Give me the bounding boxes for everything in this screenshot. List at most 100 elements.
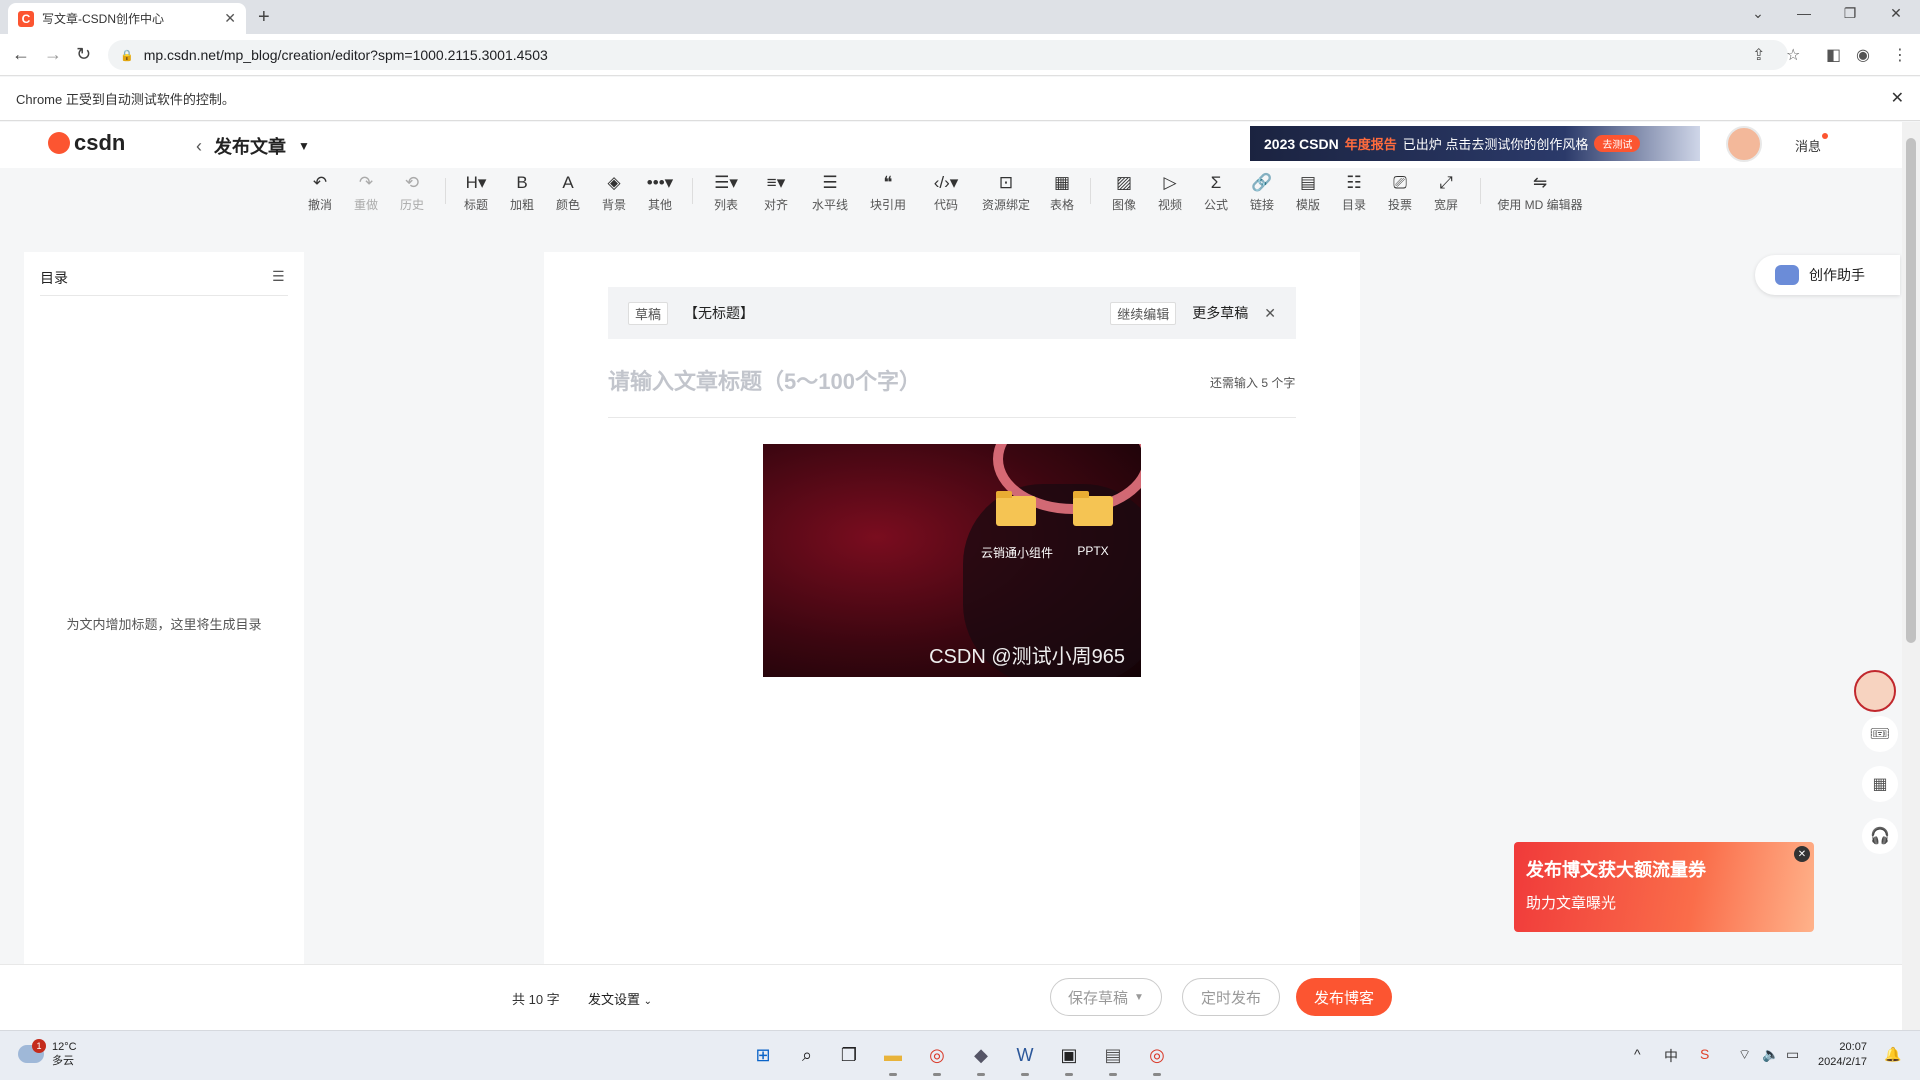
toolbar-button-more[interactable]: •••▾ 其他 (647, 172, 673, 213)
toc-icon: ☷ (1346, 173, 1362, 192)
continue-editing-button[interactable]: 继续编辑 (1110, 301, 1177, 325)
toolbar-button-redo[interactable]: ↷ 重做 (354, 172, 378, 213)
weather-widget[interactable]: 1 12°C 多云 (18, 1039, 77, 1068)
file-explorer-icon[interactable]: ▬ (878, 1040, 908, 1076)
toolbar-button-link[interactable]: 🔗 链接 (1250, 172, 1274, 213)
close-draft-icon[interactable]: ✕ (1264, 305, 1276, 322)
banner-text: 已出炉 点击去测试你的创作风格 (1402, 137, 1589, 152)
ime-icon[interactable]: 中 (1664, 1046, 1678, 1066)
article-title-input[interactable]: 请输入文章标题（5～100个字） (608, 364, 921, 396)
share-icon[interactable]: ⇪ (1752, 45, 1765, 65)
url-text: mp.csdn.net/mp_blog/creation/editor?spm=… (143, 47, 548, 63)
close-info-bar-icon[interactable]: ✕ (1891, 88, 1904, 108)
new-tab-icon[interactable]: + (258, 6, 270, 29)
tab-search-icon[interactable]: ⌄ (1740, 5, 1776, 22)
video-icon: ▷ (1163, 173, 1177, 192)
toolbar-label: 颜色 (555, 198, 581, 212)
toolbar-label: 其他 (647, 198, 673, 212)
table-icon: ▦ (1053, 173, 1071, 192)
publish-settings-toggle[interactable]: 发文设置 ⌄ (588, 989, 652, 1008)
writing-assistant-button[interactable]: 创作助手 (1755, 255, 1900, 295)
chrome-icon[interactable]: ◎ (922, 1040, 952, 1076)
banner-test-button[interactable]: 去测试 (1594, 135, 1641, 152)
toolbar-button-video[interactable]: ▷ 视频 (1158, 172, 1182, 213)
toolbar-button-list[interactable]: ☰▾ 列表 (714, 172, 738, 213)
task-view-icon[interactable]: ❐ (834, 1040, 864, 1070)
scrollbar-thumb[interactable] (1906, 138, 1916, 643)
word-icon[interactable]: W (1010, 1040, 1040, 1076)
notepad-icon[interactable]: ▤ (1098, 1040, 1128, 1076)
notification-icon[interactable]: 🔔 (1884, 1046, 1901, 1063)
toc-collapse-icon[interactable]: ☰ (272, 268, 285, 285)
editor-footer (0, 964, 1902, 1030)
volume-icon[interactable]: 🔈 (1762, 1046, 1779, 1063)
toolbar-button-undo[interactable]: ↶ 撤消 (308, 172, 332, 213)
toolbar-button-font-color[interactable]: A 颜色 (556, 172, 580, 213)
toolbar-button-resource[interactable]: ⊡ 资源绑定 (982, 172, 1030, 213)
toolbar-button-vote[interactable]: ⎚ 投票 (1388, 172, 1412, 213)
windows-start-icon[interactable]: ⊞ (748, 1040, 778, 1070)
toolbar-button-background[interactable]: ◈ 背景 (602, 172, 626, 213)
pycharm-icon[interactable]: ▣ (1054, 1040, 1084, 1076)
qrcode-icon[interactable]: ▦ (1862, 766, 1898, 802)
toolbar-button-quote[interactable]: ❝ 块引用 (870, 172, 906, 213)
logo-text: csdn (74, 130, 126, 155)
publish-blog-button[interactable]: 发布博客 (1296, 978, 1392, 1016)
forward-icon[interactable]: → (44, 44, 62, 65)
traffic-coupon-promo[interactable]: 发布博文获大额流量券 助力文章曝光 (1514, 842, 1814, 932)
back-icon[interactable]: ← (12, 44, 30, 65)
publish-article-menu[interactable]: ‹ 发布文章 ▼ (196, 133, 310, 159)
address-bar[interactable]: 🔒 mp.csdn.net/mp_blog/creation/editor?sp… (108, 40, 1788, 70)
app-tray-icon[interactable]: S (1700, 1046, 1709, 1062)
inserted-image[interactable]: 云销通小组件 PPTX CSDN @测试小周965 (763, 444, 1141, 677)
toolbar-label: 目录 (1341, 198, 1367, 212)
toolbar-button-heading[interactable]: H▾ 标题 (464, 172, 488, 213)
wifi-icon[interactable]: ⌔ (1738, 1046, 1751, 1064)
toolbar-button-horizontal-rule[interactable]: ☰ 水平线 (812, 172, 848, 213)
reload-icon[interactable]: ↻ (76, 44, 91, 65)
toolbar-label: 水平线 (811, 198, 849, 212)
profile-icon[interactable]: ◉ (1856, 45, 1870, 65)
schedule-publish-button[interactable]: 定时发布 (1182, 978, 1280, 1016)
mascot-avatar[interactable] (1854, 670, 1896, 712)
toolbar-button-history[interactable]: ⟲ 历史 (400, 172, 424, 213)
battery-icon[interactable]: ▭ (1786, 1046, 1799, 1063)
lock-icon: 🔒 (120, 49, 134, 62)
messages-link[interactable]: 消息 (1795, 136, 1821, 155)
search-icon[interactable]: ⌕ (792, 1040, 822, 1070)
toolbar-button-code[interactable]: ‹/›▾ 代码 (934, 172, 959, 213)
system-clock[interactable]: 20:07 2024/2/17 (1818, 1040, 1867, 1070)
browser-tab[interactable]: C 写文章-CSDN创作中心 ✕ (8, 3, 246, 34)
restore-icon[interactable]: ❐ (1832, 5, 1868, 22)
app-icon[interactable]: ◆ (966, 1040, 996, 1076)
csdn-logo[interactable]: csdn (48, 130, 125, 156)
minimize-icon[interactable]: — (1786, 5, 1822, 21)
close-promo-icon[interactable]: ✕ (1794, 846, 1810, 862)
close-window-icon[interactable]: ✕ (1878, 5, 1914, 22)
bookmark-star-icon[interactable]: ☆ (1786, 45, 1800, 65)
side-panel-icon[interactable]: ◧ (1826, 45, 1841, 65)
toolbar-button-align[interactable]: ≡▾ 对齐 (764, 172, 788, 213)
browser-menu-icon[interactable]: ⋮ (1892, 45, 1908, 65)
toolbar-label: 使用 MD 编辑器 (1497, 198, 1583, 212)
toolbar-button-toc[interactable]: ☷ 目录 (1342, 172, 1366, 213)
coupon-icon[interactable]: 🎟 (1862, 716, 1898, 752)
toolbar-button-md-editor[interactable]: ⇋ 使用 MD 编辑器 (1497, 172, 1582, 213)
toolbar-label: 模版 (1295, 198, 1321, 212)
more-drafts-link[interactable]: 更多草稿 (1192, 303, 1248, 323)
toolbar-label: 对齐 (763, 198, 789, 212)
tray-overflow-icon[interactable]: ^ (1634, 1046, 1641, 1062)
save-draft-button[interactable]: 保存草稿 ▼ (1050, 978, 1162, 1016)
toolbar-button-image[interactable]: ▨ 图像 (1112, 172, 1136, 213)
back-chevron-icon[interactable]: ‹ (196, 136, 202, 157)
toolbar-button-widescreen[interactable]: ⤢ 宽屏 (1434, 172, 1458, 213)
toolbar-button-formula[interactable]: Σ 公式 (1204, 172, 1228, 213)
annual-report-banner[interactable]: 2023 CSDN 年度报告 已出炉 点击去测试你的创作风格 去测试 (1250, 126, 1700, 161)
close-tab-icon[interactable]: ✕ (224, 10, 236, 27)
toolbar-button-table[interactable]: ▦ 表格 (1050, 172, 1074, 213)
toolbar-button-template[interactable]: ▤ 模版 (1296, 172, 1320, 213)
headset-icon[interactable]: 🎧 (1862, 818, 1898, 854)
chrome-icon[interactable]: ◎ (1142, 1040, 1172, 1076)
user-avatar[interactable] (1726, 126, 1762, 162)
toolbar-button-bold[interactable]: B 加粗 (510, 172, 534, 213)
